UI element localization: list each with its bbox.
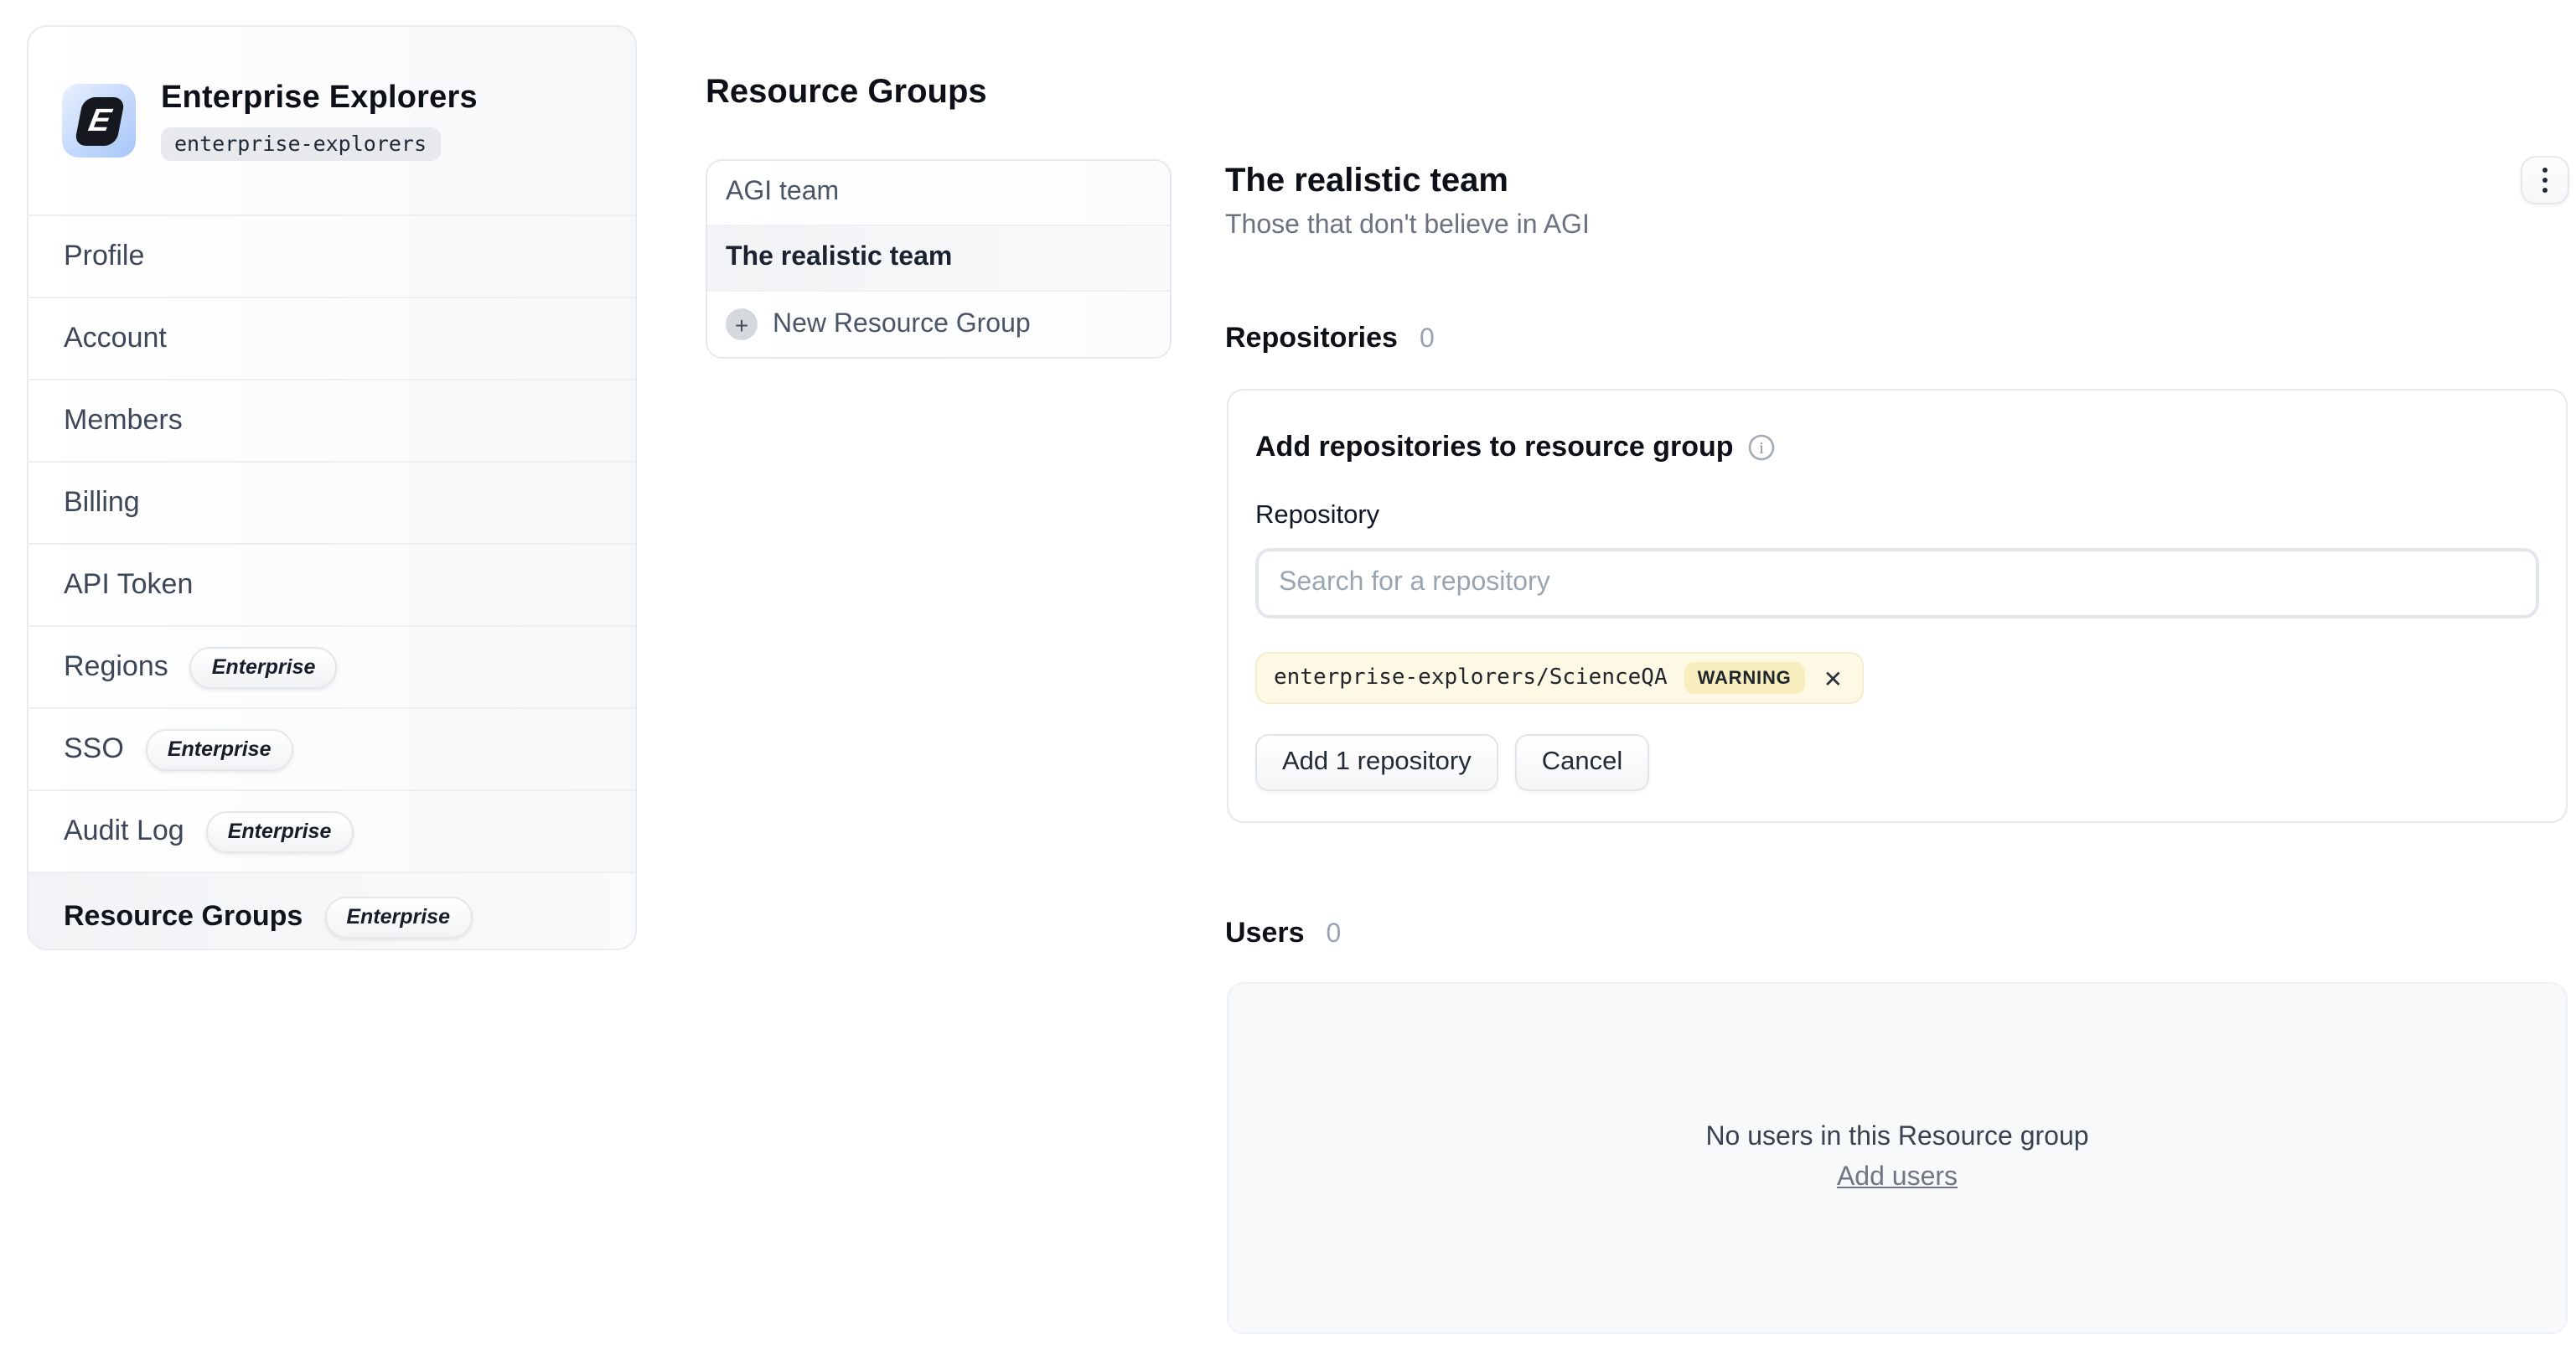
sidebar-item-label: Billing xyxy=(64,486,140,518)
sidebar-item-members[interactable]: Members xyxy=(28,380,635,463)
enterprise-badge: Enterprise xyxy=(145,728,293,770)
plus-icon: + xyxy=(726,308,758,340)
sidebar-item-profile[interactable]: Profile xyxy=(28,216,635,298)
sidebar-item-label: Regions xyxy=(64,650,168,682)
group-detail-title: The realistic team xyxy=(1225,163,1508,199)
org-header: E Enterprise Explorers enterprise-explor… xyxy=(28,27,635,215)
group-item-label: The realistic team xyxy=(726,243,953,272)
info-icon[interactable]: i xyxy=(1749,434,1776,461)
add-users-link[interactable]: Add users xyxy=(1837,1163,1958,1193)
repositories-title: Repositories xyxy=(1225,322,1398,354)
group-options-button[interactable] xyxy=(2521,156,2569,204)
kebab-icon xyxy=(2542,177,2548,184)
kebab-icon xyxy=(2542,187,2548,193)
sidebar-item-label: SSO xyxy=(64,732,124,764)
org-meta: Enterprise Explorers enterprise-explorer… xyxy=(161,80,478,161)
org-name: Enterprise Explorers xyxy=(161,80,478,116)
selected-repositories-row: enterprise-explorers/ScienceQA WARNING ✕ xyxy=(1255,652,2539,704)
enterprise-badge: Enterprise xyxy=(189,646,338,688)
users-title: Users xyxy=(1225,917,1305,949)
users-count: 0 xyxy=(1326,920,1342,949)
new-resource-group-label: New Resource Group xyxy=(773,309,1031,338)
new-resource-group-button[interactable]: + New Resource Group xyxy=(707,292,1170,357)
sidebar-menu: Profile Account Members Billing API Toke… xyxy=(28,215,635,949)
sidebar-item-label: Resource Groups xyxy=(64,900,303,932)
sidebar-item-label: Audit Log xyxy=(64,815,184,846)
add-repositories-title-row: Add repositories to resource group i xyxy=(1255,431,2539,464)
sidebar-item-api-token[interactable]: API Token xyxy=(28,545,635,627)
sidebar-item-label: API Token xyxy=(64,568,194,600)
enterprise-badge: Enterprise xyxy=(205,810,354,852)
users-empty-message: No users in this Resource group xyxy=(1705,1123,2089,1151)
repositories-section-heading: Repositories 0 xyxy=(1225,322,1435,355)
svg-text:i: i xyxy=(1760,439,1765,458)
group-item-agi-team[interactable]: AGI team xyxy=(707,161,1170,226)
users-empty-panel: No users in this Resource group Add user… xyxy=(1227,982,2568,1334)
warning-badge: WARNING xyxy=(1684,662,1805,694)
kebab-icon xyxy=(2542,168,2548,173)
sidebar-item-account[interactable]: Account xyxy=(28,298,635,380)
enterprise-badge: Enterprise xyxy=(324,896,472,938)
sidebar-item-label: Account xyxy=(64,322,167,354)
sidebar-item-billing[interactable]: Billing xyxy=(28,463,635,545)
repository-search-input[interactable] xyxy=(1255,548,2539,618)
sidebar-item-label: Members xyxy=(64,404,183,436)
sidebar-item-resource-groups[interactable]: Resource Groups Enterprise xyxy=(28,873,635,949)
org-handle-badge: enterprise-explorers xyxy=(161,127,441,161)
repositories-count: 0 xyxy=(1419,325,1435,354)
org-logo-letter: E xyxy=(73,96,125,145)
repository-chip: enterprise-explorers/ScienceQA WARNING ✕ xyxy=(1255,652,1864,704)
users-section-heading: Users 0 xyxy=(1225,917,1341,950)
org-settings-page: E Enterprise Explorers enterprise-explor… xyxy=(0,0,2576,1371)
repository-chip-name: enterprise-explorers/ScienceQA xyxy=(1274,665,1668,691)
sidebar-item-regions[interactable]: Regions Enterprise xyxy=(28,627,635,709)
add-repositories-card: Add repositories to resource group i Rep… xyxy=(1227,389,2568,823)
repository-field-label: Repository xyxy=(1255,501,1380,530)
org-logo: E xyxy=(62,84,136,158)
add-repository-button[interactable]: Add 1 repository xyxy=(1255,734,1498,791)
group-detail-subtitle: Those that don't believe in AGI xyxy=(1225,211,1590,240)
resource-groups-heading: Resource Groups xyxy=(706,74,987,111)
group-item-the-realistic-team[interactable]: The realistic team xyxy=(707,226,1170,292)
add-repositories-title: Add repositories to resource group xyxy=(1255,431,1734,463)
cancel-button[interactable]: Cancel xyxy=(1514,734,1650,791)
resource-groups-list: AGI team The realistic team + New Resour… xyxy=(706,159,1172,359)
group-item-label: AGI team xyxy=(726,178,840,206)
repo-actions-row: Add 1 repository Cancel xyxy=(1255,734,2539,791)
remove-repository-icon[interactable]: ✕ xyxy=(1822,666,1844,690)
sidebar-item-audit-log[interactable]: Audit Log Enterprise xyxy=(28,791,635,873)
org-settings-sidebar: E Enterprise Explorers enterprise-explor… xyxy=(27,25,637,950)
sidebar-item-sso[interactable]: SSO Enterprise xyxy=(28,709,635,791)
sidebar-item-label: Profile xyxy=(64,240,145,272)
